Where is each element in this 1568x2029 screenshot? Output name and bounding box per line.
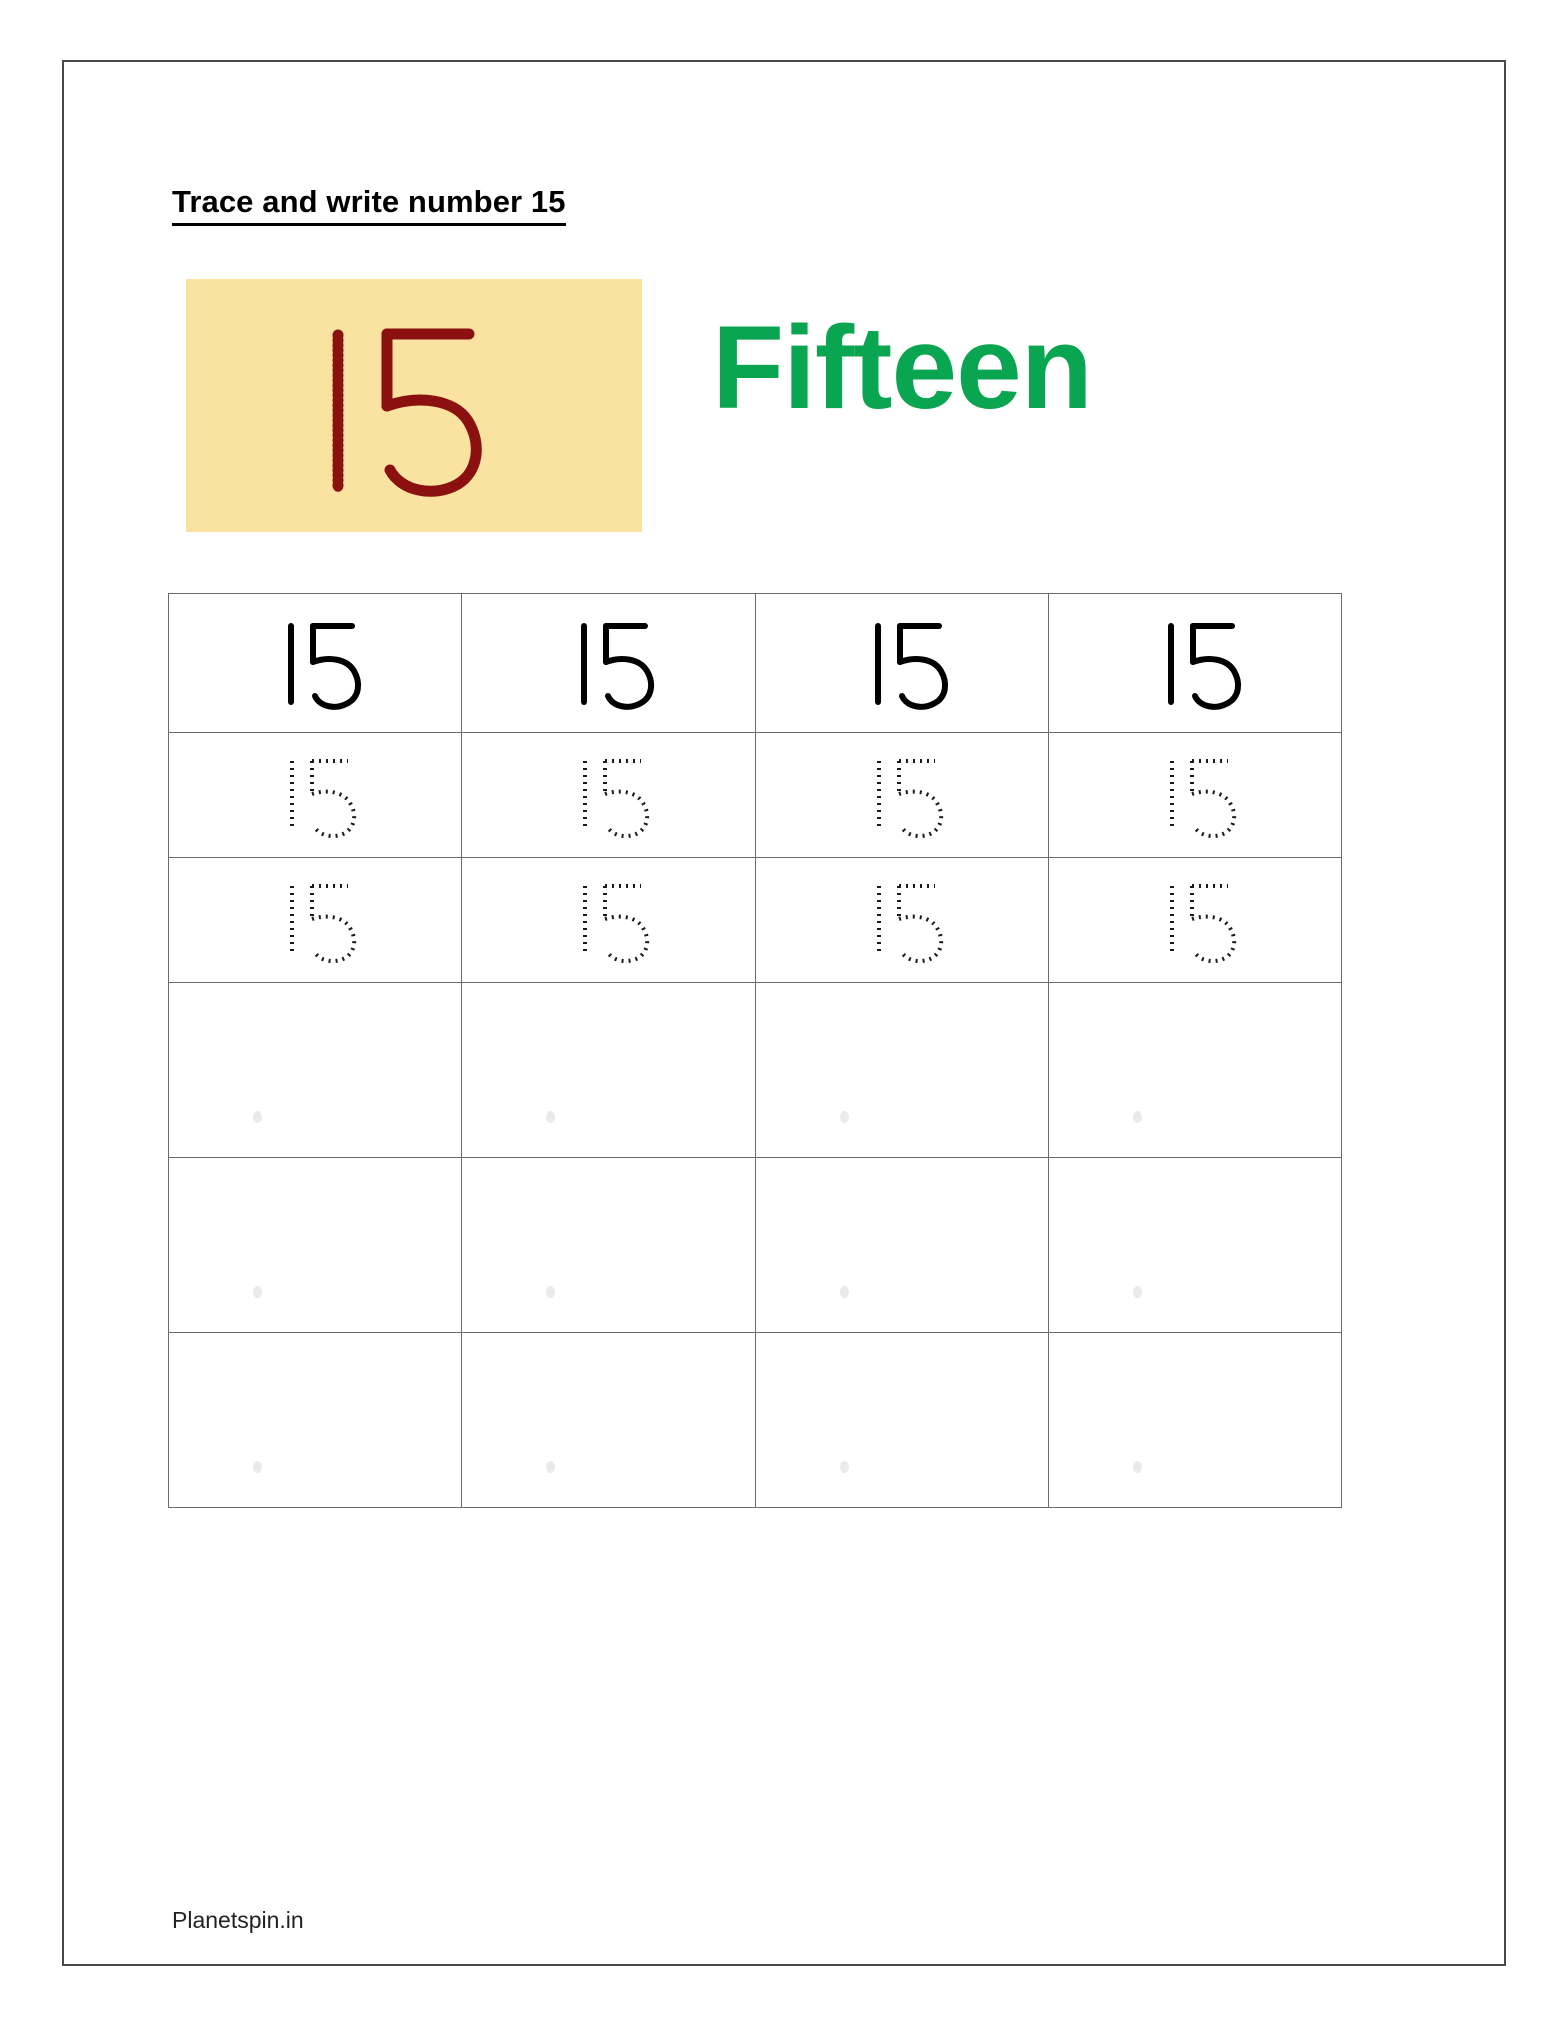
- practice-cell-dotted[interactable]: [754, 857, 1049, 983]
- practice-cell-solid[interactable]: [1047, 593, 1343, 733]
- hero-section: Fifteen: [64, 279, 1504, 539]
- practice-cell-dotted[interactable]: [1047, 732, 1343, 858]
- numeral-15-dotted-icon: [876, 884, 943, 964]
- start-dot-marker: [1132, 1461, 1142, 1473]
- practice-grid-body: [167, 593, 1343, 1508]
- table-row: [167, 857, 1343, 983]
- numeral-15-solid-icon: [581, 623, 655, 710]
- worksheet-page-border: Trace and write number 15 Fifteen Planet…: [62, 60, 1506, 1966]
- numeral-15-dotted-icon: [290, 759, 357, 839]
- practice-cell-solid[interactable]: [167, 593, 463, 733]
- table-row: [167, 732, 1343, 858]
- site-credit: Planetspin.in: [172, 1907, 304, 1933]
- practice-cell-dotted[interactable]: [461, 857, 756, 983]
- start-dot-marker: [253, 1286, 263, 1298]
- hero-numeral-swatch: [186, 279, 642, 532]
- number-word: Fifteen: [712, 302, 1093, 434]
- practice-cell-dotted[interactable]: [754, 732, 1049, 858]
- practice-cell-blank[interactable]: [461, 1157, 756, 1333]
- numeral-15-solid-icon: [874, 623, 948, 710]
- numeral-15-solid-icon: [1167, 623, 1241, 710]
- page-title: Trace and write number 15: [172, 184, 566, 226]
- practice-cell-dotted[interactable]: [167, 732, 463, 858]
- practice-cell-solid[interactable]: [461, 593, 756, 733]
- practice-cell-blank[interactable]: [167, 982, 463, 1158]
- numeral-15-dotted-icon: [583, 759, 650, 839]
- table-row: [167, 593, 1343, 733]
- numeral-15-dotted-icon: [583, 884, 650, 964]
- start-dot-marker: [546, 1461, 556, 1473]
- practice-cell-solid[interactable]: [754, 593, 1049, 733]
- practice-cell-dotted[interactable]: [167, 857, 463, 983]
- practice-cell-blank[interactable]: [167, 1157, 463, 1333]
- table-row: [167, 1332, 1343, 1508]
- practice-cell-blank[interactable]: [1047, 1157, 1343, 1333]
- table-row: [167, 1157, 1343, 1333]
- practice-cell-dotted[interactable]: [1047, 857, 1343, 983]
- practice-cell-blank[interactable]: [754, 982, 1049, 1158]
- numeral-15-dotted-icon: [290, 884, 357, 964]
- start-dot-marker: [546, 1286, 556, 1298]
- numeral-15-dotted-icon: [1169, 884, 1237, 964]
- numeral-15-solid-icon: [288, 623, 362, 710]
- practice-cell-blank[interactable]: [754, 1157, 1049, 1333]
- start-dot-marker: [546, 1111, 556, 1123]
- hero-numeral-15-icon: [332, 328, 482, 497]
- start-dot-marker: [839, 1111, 849, 1123]
- start-dot-marker: [1132, 1286, 1142, 1298]
- start-dot-marker: [253, 1461, 263, 1473]
- practice-cell-blank[interactable]: [167, 1332, 463, 1508]
- start-dot-marker: [1132, 1111, 1142, 1123]
- practice-cell-dotted[interactable]: [461, 732, 756, 858]
- practice-cell-blank[interactable]: [1047, 1332, 1343, 1508]
- practice-cell-blank[interactable]: [1047, 982, 1343, 1158]
- start-dot-marker: [253, 1111, 263, 1123]
- table-row: [167, 982, 1343, 1158]
- start-dot-marker: [839, 1286, 849, 1298]
- practice-cell-blank[interactable]: [461, 982, 756, 1158]
- practice-cell-blank[interactable]: [754, 1332, 1049, 1508]
- practice-grid: [167, 593, 1343, 1508]
- numeral-15-dotted-icon: [876, 759, 943, 839]
- numeral-15-dotted-icon: [1169, 759, 1237, 839]
- start-dot-marker: [839, 1461, 849, 1473]
- practice-cell-blank[interactable]: [461, 1332, 756, 1508]
